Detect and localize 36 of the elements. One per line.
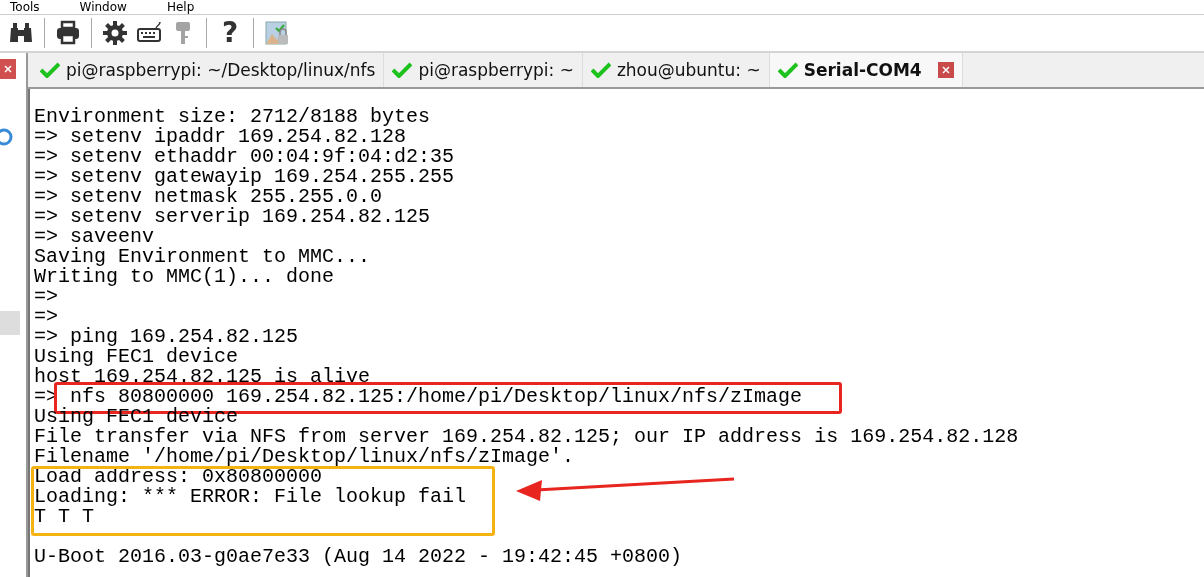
tab[interactable]: pi@raspberrypi: ~ bbox=[384, 53, 583, 87]
ring-icon bbox=[0, 127, 14, 147]
terminal-line: => setenv gatewayip 169.254.255.255 bbox=[34, 167, 456, 187]
terminal-line: T T T bbox=[34, 507, 94, 527]
settings-icon bbox=[102, 20, 128, 46]
terminal-line: U-Boot 2016.03-g0ae7e33 (Aug 14 2022 - 19:42:45 +0800) bbox=[34, 547, 684, 567]
tab[interactable]: zhou@ubuntu: ~ bbox=[582, 53, 770, 87]
image-lock-icon bbox=[264, 20, 290, 46]
menu-item[interactable]: Window bbox=[79, 0, 127, 14]
printer-icon bbox=[55, 20, 81, 46]
terminal-line: => setenv ipaddr 169.254.82.128 bbox=[34, 127, 407, 147]
terminal-line: Using FEC1 device bbox=[34, 347, 240, 367]
terminal-line: Environment size: 2712/8188 bytes bbox=[34, 107, 432, 127]
menu-item[interactable]: Help bbox=[166, 0, 195, 14]
close-button[interactable] bbox=[0, 59, 16, 79]
terminal-line: File transfer via NFS from server 169.254.82.125; our IP address is 169.254.82.128 bbox=[34, 427, 1020, 447]
terminal-line: => setenv ethaddr 00:04:9f:04:d2:35 bbox=[34, 147, 456, 167]
terminal-line: Saving Environment to MMC... bbox=[34, 247, 372, 267]
terminal-line: Filename '/home/pi/Desktop/linux/nfs/zImage'. bbox=[34, 447, 575, 467]
tab[interactable]: Serial-COM4 bbox=[769, 53, 963, 87]
close-icon bbox=[941, 66, 950, 74]
tab[interactable]: pi@raspberrypi: ~/Desktop/linux/nfs bbox=[32, 53, 385, 87]
terminal-line: => setenv serverip 169.254.82.125 bbox=[34, 207, 432, 227]
menu-item[interactable]: Tools bbox=[10, 0, 40, 14]
close-button[interactable] bbox=[937, 62, 954, 78]
help-button[interactable]: ? bbox=[215, 17, 245, 49]
terminal-line: => bbox=[34, 287, 58, 307]
terminal-line: => bbox=[34, 307, 59, 327]
terminal-line: => ping 169.254.82.125 bbox=[34, 327, 300, 347]
terminal-line: Loading: *** ERROR: File lookup fail bbox=[34, 487, 468, 507]
terminal-line: host 169.254.82.125 is alive bbox=[34, 367, 371, 387]
terminal-line: => saveenv bbox=[34, 227, 155, 247]
terminal-line: Load address: 0x80800000 bbox=[34, 467, 323, 487]
terminal-line: Writing to MMC(1)... done bbox=[34, 267, 336, 287]
close-icon bbox=[4, 65, 12, 73]
terminal-line: => setenv netmask 255.255.0.0 bbox=[34, 187, 384, 207]
